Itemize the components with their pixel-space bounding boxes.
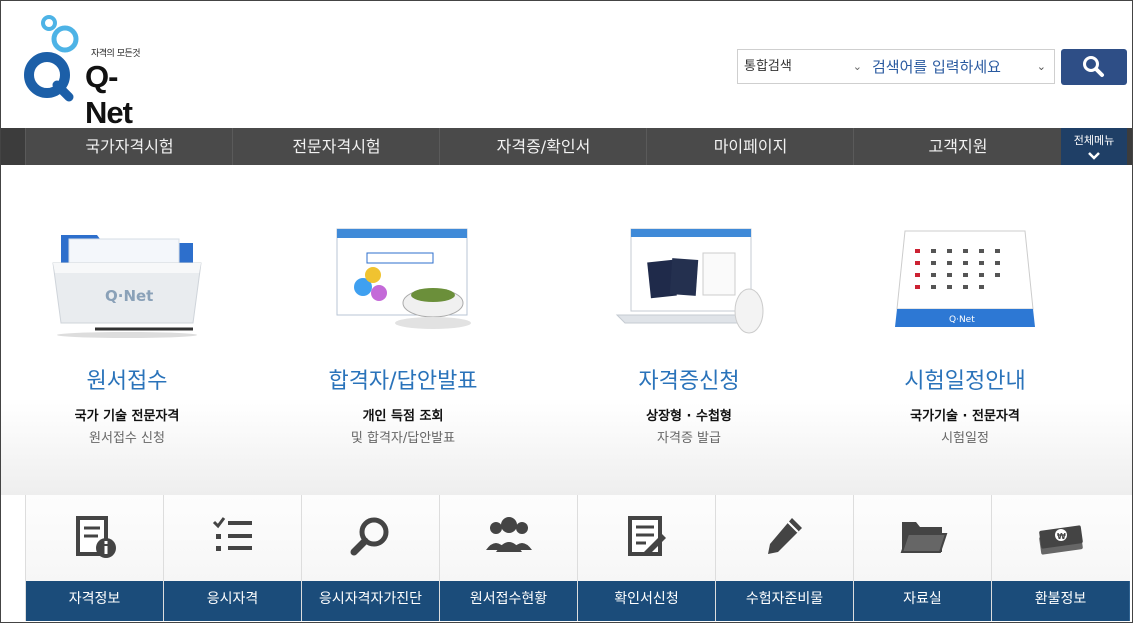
quick-link-label: 자료실 [854, 581, 992, 621]
nav-item-support[interactable]: 고객지원 [853, 128, 1062, 165]
nav-item-professional-exam[interactable]: 전문자격시험 [232, 128, 440, 165]
feature-line1: 상장형 · 수첩형 [646, 409, 732, 424]
feature-title: 시험일정안내 [904, 369, 1026, 394]
folder-illustration-icon: Q·Net [52, 235, 202, 338]
quick-link-label: 응시자격 [164, 581, 302, 621]
people-icon [486, 517, 532, 552]
quick-link-confirmation-request[interactable]: 확인서신청 [577, 495, 716, 621]
main-nav: 국가자격시험 전문자격시험 자격증/확인서 마이페이지 고객지원 [1, 128, 1132, 165]
all-menu-button[interactable]: 전체메뉴 [1061, 128, 1127, 165]
feature-line2: 시험일정 [941, 431, 989, 446]
quick-link-self-check[interactable]: 응시자격자가진단 [301, 495, 440, 621]
svg-text:Q·Net: Q·Net [105, 287, 153, 305]
hero-section: Q·Net 원서접수 국가 기술 전문자격 원서접수 신청 합격자/답안발표 개… [1, 165, 1132, 495]
logo-tagline: 자격의 모든것 [91, 49, 141, 59]
search-scope-value: 통합검색 [744, 59, 792, 74]
svg-text:Q·Net: Q·Net [949, 315, 975, 325]
quick-link-label: 수험자준비물 [716, 581, 854, 621]
logo-mark-icon [24, 15, 79, 102]
search-button[interactable] [1061, 49, 1127, 85]
quick-link-refund-info[interactable]: ₩ 환불정보 [991, 495, 1130, 621]
document-edit-icon [628, 516, 666, 556]
nav-item-national-exam[interactable]: 국가자격시험 [25, 128, 233, 165]
feature-line1: 국가기술 · 전문자격 [910, 409, 1020, 424]
quick-link-qualification-info[interactable]: 자격정보 [25, 495, 164, 621]
nav-item-mypage[interactable]: 마이페이지 [646, 128, 854, 165]
search-icon [1083, 56, 1104, 77]
quick-link-label: 응시자격자가진단 [302, 581, 440, 621]
search-input[interactable] [872, 50, 1052, 83]
feature-line1: 국가 기술 전문자격 [74, 409, 180, 424]
feature-line2: 및 합격자/답안발표 [350, 431, 456, 446]
quick-link-library[interactable]: 자료실 [853, 495, 992, 621]
money-icon: ₩ [1039, 525, 1083, 555]
page-frame: 자격의 모든것 Q-Net 통합검색 ⌄ ⌄ 국가자격시험 전문자격시험 자격증… [0, 0, 1133, 623]
pencil-icon [768, 518, 802, 554]
quick-link-label: 환불정보 [992, 581, 1130, 621]
checklist-icon [212, 517, 252, 551]
search-scope-select[interactable]: 통합검색 ⌄ [744, 50, 862, 83]
feature-line1: 개인 득점 조회 [362, 409, 444, 424]
feature-title: 합격자/답안발표 [328, 369, 478, 394]
qnet-logo[interactable]: 자격의 모든것 Q-Net [23, 15, 163, 130]
svg-text:₩: ₩ [1057, 532, 1066, 541]
quick-link-label: 확인서신청 [578, 581, 716, 621]
magnifier-icon [350, 517, 389, 556]
quick-links: 자격정보 응시자격 응시자격자가진단 원서접수현황 확인서신청 수험자준비물 자… [25, 495, 1132, 621]
folder-icon [900, 522, 948, 553]
chevron-down-icon [1061, 149, 1127, 163]
quick-link-exam-supplies[interactable]: 수험자준비물 [715, 495, 854, 621]
chevron-down-icon[interactable]: ⌄ [1037, 60, 1046, 73]
feature-title: 자격증신청 [638, 369, 740, 394]
quick-link-application-status[interactable]: 원서접수현황 [439, 495, 578, 621]
feature-line2: 자격증 발급 [657, 431, 721, 446]
browser-coffee-illustration-icon [336, 228, 471, 329]
quick-link-label: 원서접수현황 [440, 581, 578, 621]
all-menu-label: 전체메뉴 [1073, 134, 1115, 147]
quick-link-label: 자격정보 [26, 581, 164, 621]
quick-link-eligibility[interactable]: 응시자격 [163, 495, 302, 621]
info-document-icon [76, 516, 116, 558]
feature-title: 원서접수 [86, 369, 168, 394]
nav-item-certificate[interactable]: 자격증/확인서 [439, 128, 647, 165]
laptop-passport-illustration-icon [615, 228, 764, 334]
search-box: 통합검색 ⌄ ⌄ [737, 49, 1055, 84]
logo-text: Q-Net [85, 59, 133, 130]
calendar-illustration-icon: Q·Net [895, 230, 1035, 327]
feature-line2: 원서접수 신청 [89, 431, 165, 446]
chevron-down-icon: ⌄ [852, 60, 862, 73]
